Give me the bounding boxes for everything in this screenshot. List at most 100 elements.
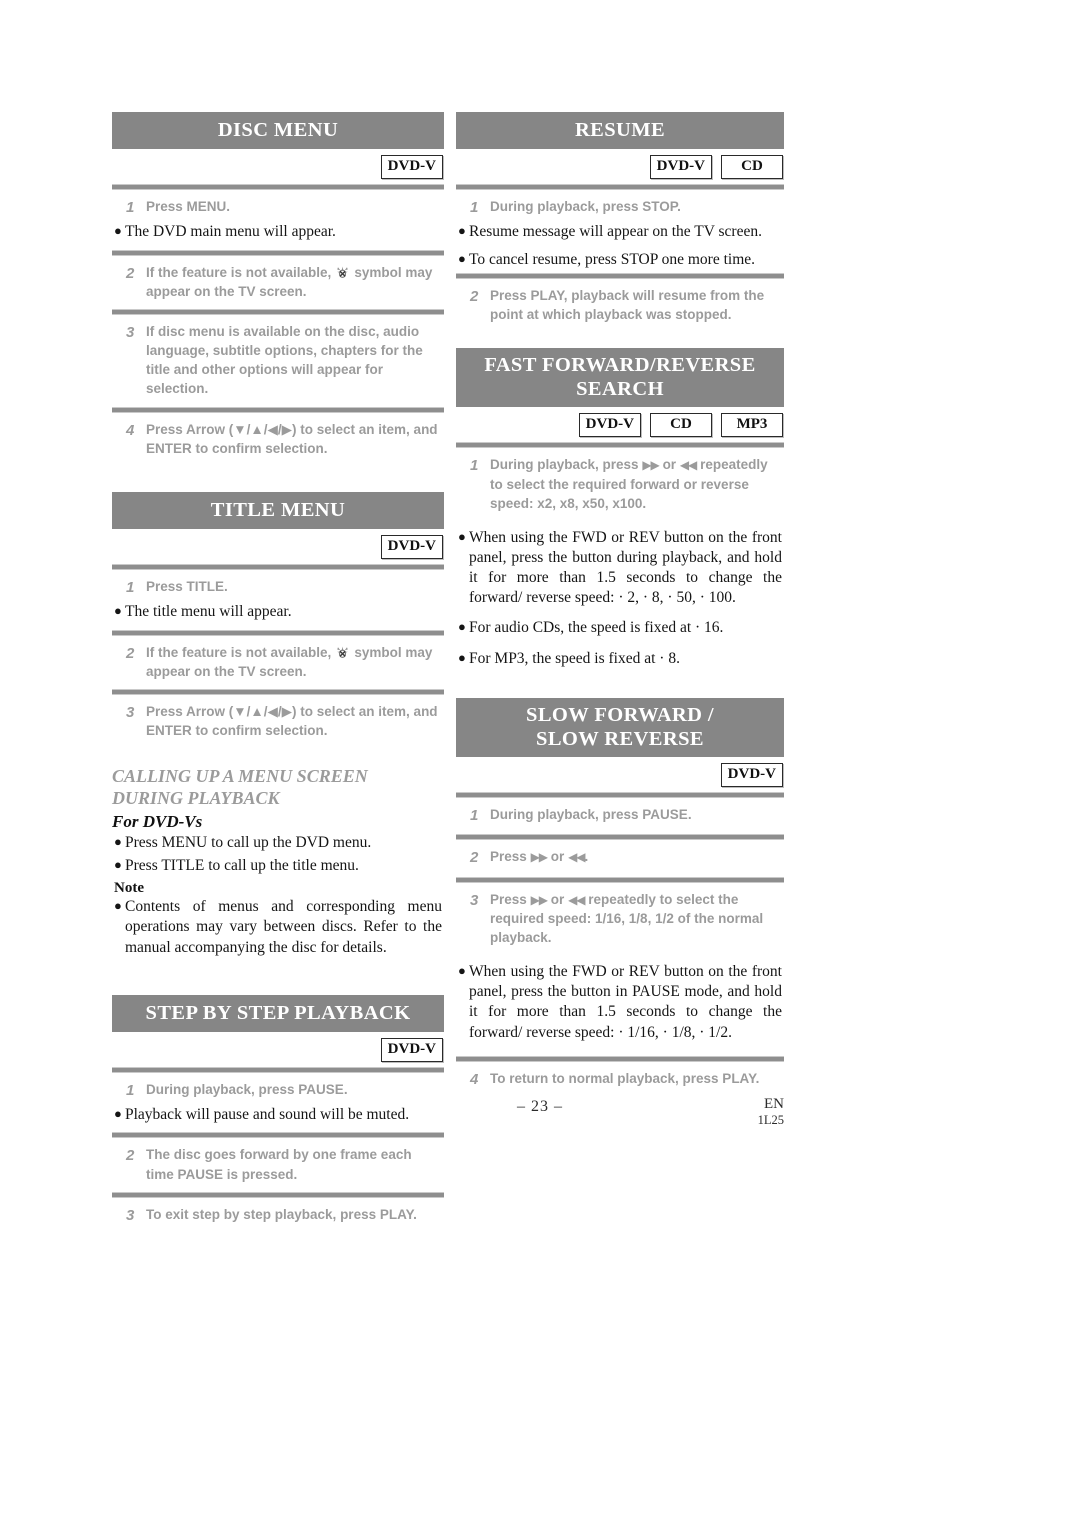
section-fast-search: FAST FORWARD/REVERSE SEARCH DVD-V CD MP3… [456, 348, 784, 672]
bullet-dot: ● [458, 528, 466, 544]
section-slow-playback: SLOW FORWARD / SLOW REVERSE DVD-V 1 Duri… [456, 697, 784, 1098]
bullet-text: To cancel resume, press STOP one more ti… [469, 250, 756, 268]
step-item: 1 Press TITLE. [112, 570, 444, 606]
step-number: 2 [126, 1147, 135, 1165]
language-code: EN [764, 1096, 784, 1112]
step-item: 3 To exit step by step playback, press P… [112, 1198, 444, 1234]
step-number: 2 [470, 849, 479, 867]
step-text-part-a: Press [490, 849, 527, 865]
bullet-item: ● Press MENU to call up the DVD menu. [112, 833, 444, 856]
section-disc-menu: DISC MENU DVD-V 1 Press MENU. ● The DVD … [112, 112, 444, 466]
bullet-dot: ● [458, 649, 466, 665]
fast-reverse-icon: ◀◀ [568, 850, 585, 865]
bullet-dot: ● [114, 898, 122, 914]
section-calling-up-menu: CALLING UP A MENU SCREEN DURING PLAYBACK… [112, 766, 444, 961]
step-item: 1 Press MENU. [112, 190, 444, 226]
badge-dvd-v: DVD-V [380, 535, 443, 560]
step-item: 1 During playback, press PAUSE. [456, 798, 784, 834]
step-text: Press Arrow (▼/▲/◀/▶) to select an item,… [146, 421, 438, 456]
step-text: If disc menu is available on the disc, a… [146, 323, 423, 397]
footer-codes: EN 1L25 [758, 1096, 784, 1127]
bullet-item-note: ● Contents of menus and corresponding me… [112, 897, 444, 960]
step-item: 4 Press Arrow (▼/▲/◀/▶) to select an ite… [112, 413, 444, 466]
badge-cd: CD [650, 413, 712, 438]
step-text-part-a: Press [490, 891, 527, 907]
step-number: 2 [126, 264, 135, 282]
section-title-slow-playback: SLOW FORWARD / SLOW REVERSE [456, 697, 784, 758]
step-number: 1 [470, 807, 479, 825]
step-number: 1 [470, 199, 479, 217]
bullet-text: For MP3, the speed is fixed at · 8. [469, 649, 680, 667]
badge-row-step-by-step: DVD-V [112, 1032, 444, 1067]
bullet-dot: ● [114, 603, 122, 619]
badge-dvd-v: DVD-V [578, 413, 641, 438]
bullet-item: ● For MP3, the speed is fixed at · 8. [456, 642, 784, 672]
bullet-text: Resume message will appear on the TV scr… [469, 223, 762, 241]
badge-row-slow-playback: DVD-V [456, 757, 784, 792]
bullet-dot: ● [114, 857, 122, 873]
step-number: 4 [126, 421, 135, 439]
step-text: Press Arrow (▼/▲/◀/▶) to select an item,… [146, 703, 438, 738]
badge-row-title-menu: DVD-V [112, 529, 444, 564]
step-item: 2 Press ▶▶ or ◀◀. [456, 840, 784, 876]
step-text: Press ▶▶ or ◀◀ repeatedly to select the … [490, 890, 782, 947]
step-text: During playback, press PAUSE. [490, 807, 692, 823]
step-text: During playback, press PAUSE. [146, 1081, 348, 1097]
section-title-line2: SLOW REVERSE [536, 727, 704, 750]
step-text: Press ▶▶ or ◀◀. [490, 847, 782, 866]
fast-reverse-icon: ◀◀ [679, 458, 697, 473]
section-title-title-menu: TITLE MENU [112, 491, 444, 530]
section-title-fast-search: FAST FORWARD/REVERSE SEARCH [456, 348, 784, 408]
bullet-item: ● Resume message will appear on the TV s… [456, 222, 784, 249]
step-number: 3 [126, 1206, 135, 1224]
section-resume: RESUME DVD-V CD 1 During playback, press… [456, 112, 784, 332]
bullet-item: ● The DVD main menu will appear. [112, 222, 444, 249]
bullet-text: When using the FWD or REV button on the … [469, 963, 782, 1041]
step-number: 2 [470, 287, 479, 305]
section-title-line2: SEARCH [576, 378, 664, 401]
badge-row-resume: DVD-V CD [456, 149, 784, 184]
badge-row-fast-search: DVD-V CD MP3 [456, 407, 784, 442]
step-number: 1 [126, 579, 135, 597]
step-number: 2 [126, 644, 135, 662]
right-column: RESUME DVD-V CD 1 During playback, press… [456, 112, 784, 1098]
bullet-dot: ● [114, 223, 122, 239]
calling-up-heading: CALLING UP A MENU SCREEN DURING PLAYBACK [112, 766, 444, 810]
section-title-resume: RESUME [456, 112, 784, 150]
step-text-part-b: or [550, 891, 565, 907]
bullet-dot: ● [458, 250, 466, 266]
step-item: 2 Press PLAY, playback will resume from … [456, 279, 784, 332]
no-operation-icon [335, 265, 350, 280]
step-number: 3 [126, 703, 135, 721]
bullet-text: The DVD main menu will appear. [125, 223, 336, 241]
badge-dvd-v: DVD-V [380, 155, 443, 180]
page-number: – 23 – [517, 1098, 563, 1115]
step-item: 3 If disc menu is available on the disc,… [112, 315, 444, 407]
step-text: Press MENU. [146, 199, 231, 215]
step-text: To exit step by step playback, press PLA… [146, 1206, 417, 1222]
badge-mp3: MP3 [721, 413, 783, 438]
bullet-item: ● Press TITLE to call up the title menu. [112, 856, 444, 879]
bullet-dot: ● [458, 223, 466, 239]
step-number: 3 [470, 891, 479, 909]
bullet-dot: ● [114, 834, 122, 850]
bullet-text: When using the FWD or REV button on the … [469, 528, 782, 607]
step-item: 1 During playback, press ▶▶ or ◀◀ repeat… [456, 448, 784, 520]
bullet-text: For audio CDs, the speed is fixed at · 1… [469, 619, 724, 637]
document-code: 1L25 [757, 1112, 784, 1127]
step-text: Press PLAY, playback will resume from th… [490, 287, 765, 322]
step-text: During playback, press ▶▶ or ◀◀ repeated… [490, 455, 782, 512]
bullet-item: ● To cancel resume, press STOP one more … [456, 250, 784, 273]
step-text: Press TITLE. [146, 579, 228, 595]
step-number: 1 [470, 457, 479, 475]
badge-dvd-v: DVD-V [380, 1037, 443, 1062]
step-text: If the feature is not available, symbol m… [146, 643, 442, 681]
step-text: To return to normal playback, press PLAY… [490, 1070, 760, 1086]
badge-cd: CD [721, 155, 783, 180]
manual-page: DISC MENU DVD-V 1 Press MENU. ● The DVD … [0, 0, 1080, 1528]
left-column: DISC MENU DVD-V 1 Press MENU. ● The DVD … [112, 112, 444, 1234]
section-title-step-by-step: STEP BY STEP PLAYBACK [112, 994, 444, 1032]
step-text: If the feature is not available, symbol m… [146, 263, 442, 301]
